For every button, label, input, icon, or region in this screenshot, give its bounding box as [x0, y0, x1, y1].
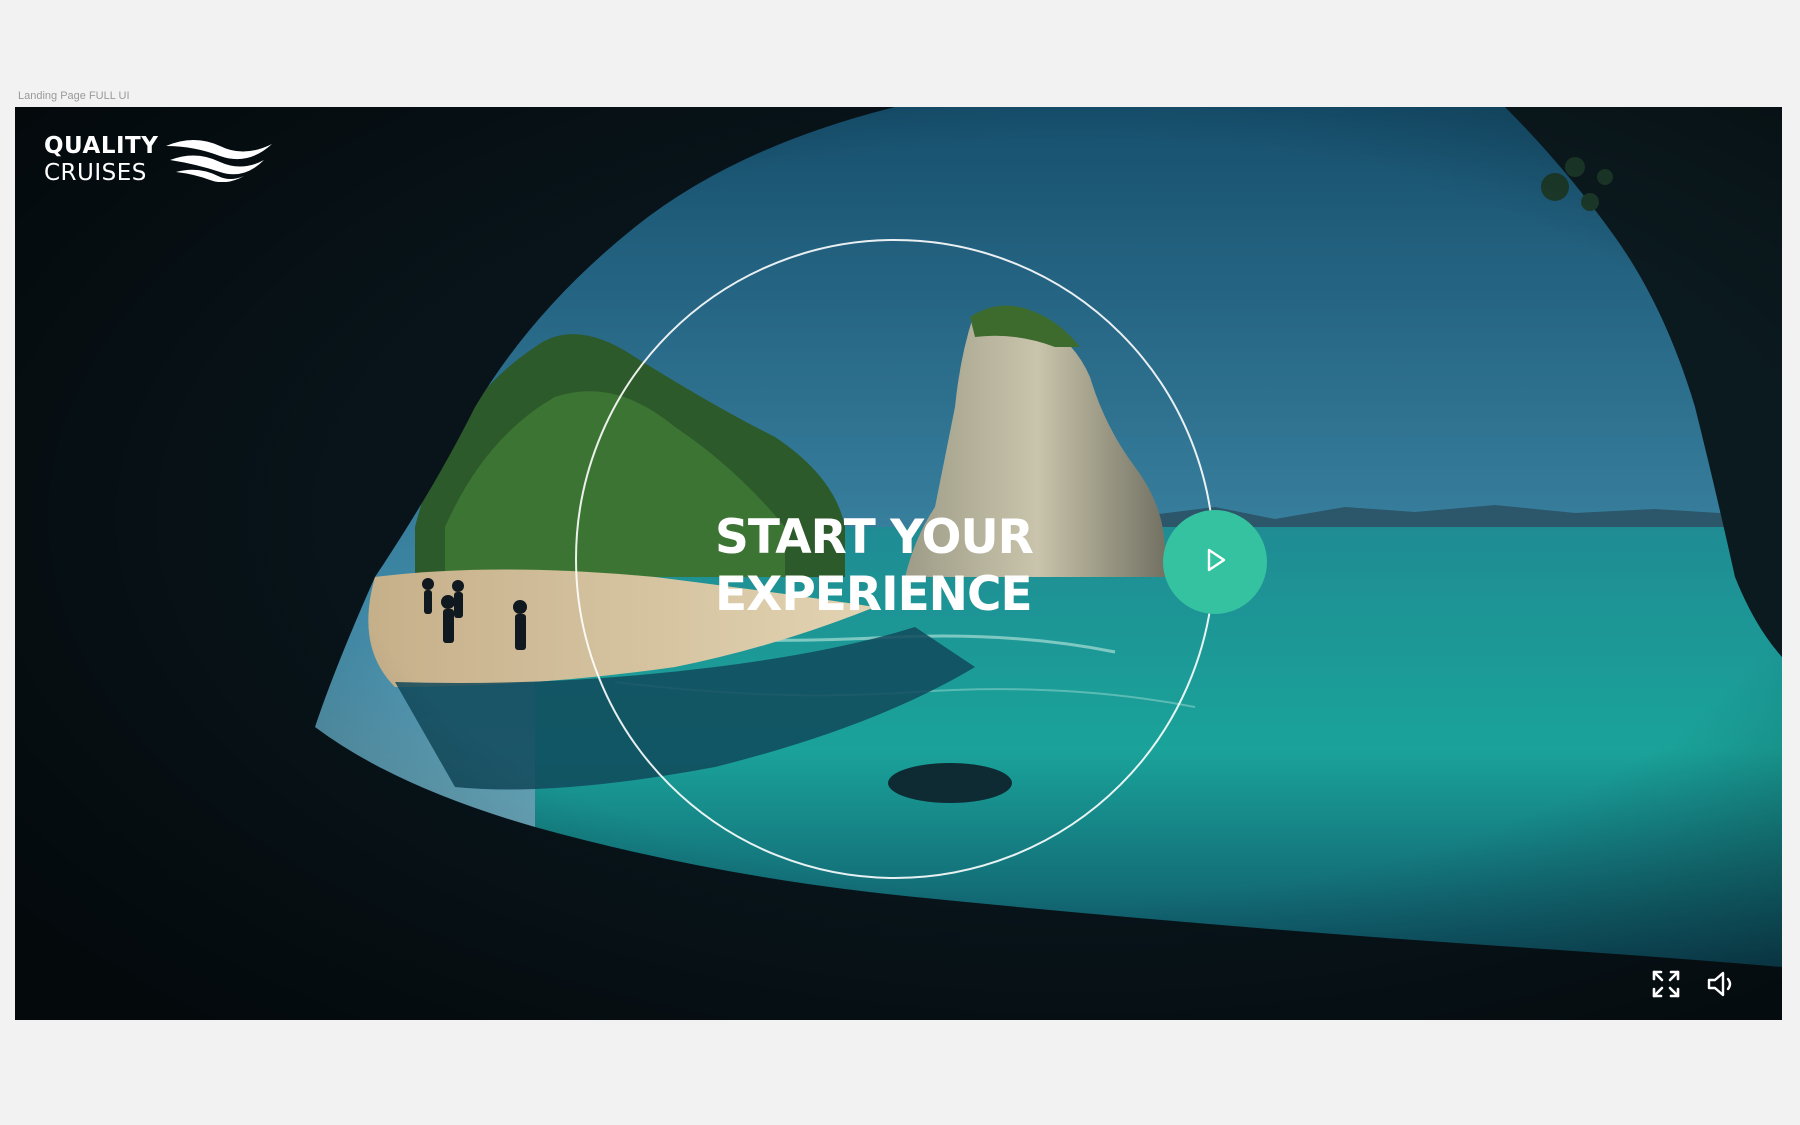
waves-icon	[164, 136, 274, 187]
brand-name-line2: CRUISES	[44, 160, 147, 186]
play-icon	[1200, 545, 1230, 580]
headline-line1: START YOUR	[715, 510, 1034, 565]
brand-name-line1: QUALITY	[44, 133, 159, 159]
volume-icon	[1706, 969, 1738, 1004]
brand-logo[interactable]: QUALITY CRUISES	[44, 133, 274, 187]
play-button[interactable]	[1163, 510, 1267, 614]
hero-headline: START YOUR EXPERIENCE	[715, 509, 1115, 623]
brand-wordmark: QUALITY CRUISES	[44, 133, 158, 187]
hero-video-frame[interactable]: QUALITY CRUISES START YOUR EXPERIENCE	[15, 107, 1782, 1020]
artboard-label: Landing Page FULL UI	[18, 90, 130, 102]
volume-button[interactable]	[1705, 969, 1739, 1003]
headline-line2: EXPERIENCE	[715, 567, 1033, 622]
fullscreen-button[interactable]	[1649, 969, 1683, 1003]
fullscreen-icon	[1651, 969, 1681, 1004]
